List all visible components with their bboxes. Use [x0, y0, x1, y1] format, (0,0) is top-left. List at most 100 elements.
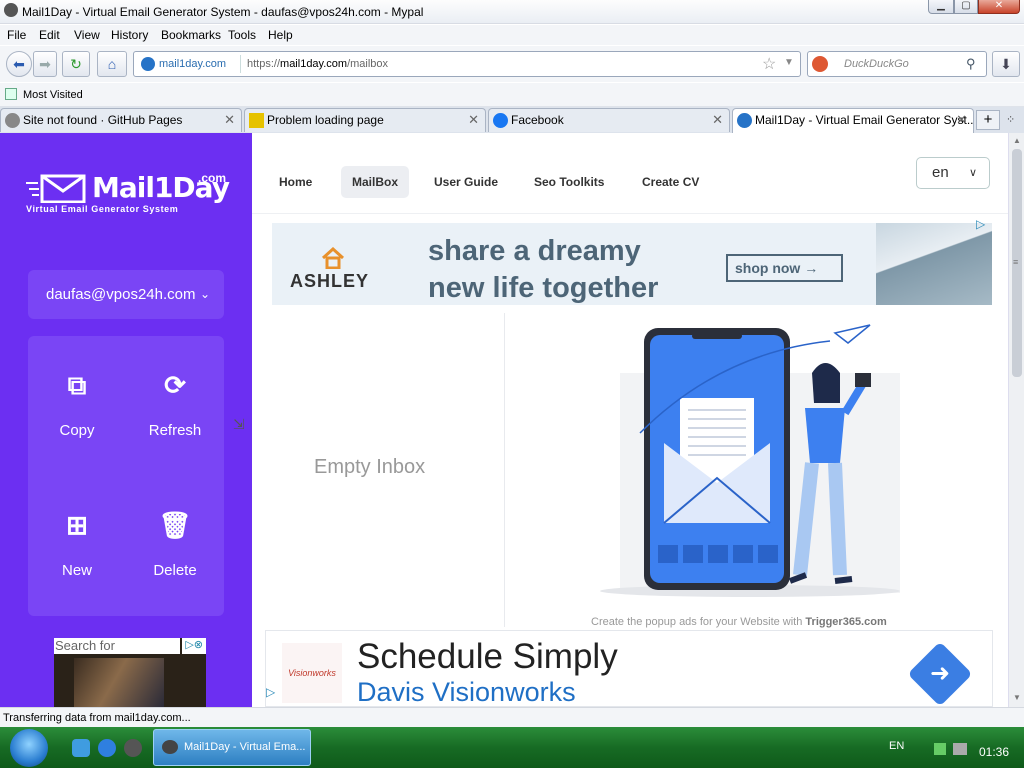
menu-history[interactable]: History	[111, 28, 148, 42]
most-visited-bookmark[interactable]: Most Visited	[23, 89, 83, 101]
new-button[interactable]: ⊞ New	[28, 476, 126, 616]
tray-volume-icon[interactable]	[953, 743, 967, 755]
envelope-logo-icon	[26, 174, 86, 203]
mypal-icon[interactable]	[124, 739, 142, 757]
popup-credit: Create the popup ads for your Website wi…	[591, 616, 887, 628]
download-icon[interactable]: ⬇	[992, 51, 1020, 77]
clock[interactable]: 01:36	[979, 745, 1009, 759]
close-tab-icon[interactable]: ✕	[224, 109, 235, 131]
close-tab-icon[interactable]: ✕	[956, 109, 967, 131]
search-bar[interactable]: DuckDuckGo ⚲	[807, 51, 987, 77]
language-select[interactable]: en ∨	[916, 157, 990, 189]
plus-square-icon: ⊞	[66, 510, 88, 540]
mypal-app-icon	[4, 3, 18, 17]
window-title-bar: Mail1Day - Virtual Email Generator Syste…	[0, 0, 1024, 24]
ad-title: Schedule Simply	[357, 637, 618, 676]
menu-edit[interactable]: Edit	[39, 28, 60, 42]
navigation-toolbar: ⬅ ➡ ↻ ⌂ mail1day.com https://mail1day.co…	[0, 46, 1024, 82]
sidebar: Mail1Day .com Virtual Email Generator Sy…	[0, 133, 252, 707]
nav-create-cv[interactable]: Create CV	[631, 166, 710, 198]
ashley-banner-ad[interactable]: ASHLEY share a dreamy new life together …	[272, 223, 992, 305]
vertical-scrollbar[interactable]: ▲ ≡ ▼	[1008, 133, 1024, 707]
new-tab-button[interactable]: +	[976, 110, 1000, 130]
scroll-down-icon[interactable]: ▼	[1013, 693, 1021, 702]
nav-seo-toolkits[interactable]: Seo Toolkits	[523, 166, 615, 198]
nav-home[interactable]: Home	[268, 166, 323, 198]
menu-file[interactable]: File	[7, 28, 26, 42]
menu-bookmarks[interactable]: Bookmarks	[161, 28, 221, 42]
taskbar: Mail1Day - Virtual Ema... EN 01:36	[0, 727, 1024, 768]
visionworks-ad[interactable]: Visionworks Schedule Simply Davis Vision…	[265, 630, 993, 707]
nav-user-guide[interactable]: User Guide	[423, 166, 509, 198]
menu-tools[interactable]: Tools	[228, 28, 256, 42]
reload-icon[interactable]: ↻	[62, 51, 90, 77]
site-identity[interactable]: mail1day.com	[137, 55, 241, 73]
adchoices-icon[interactable]: ▷	[976, 217, 985, 231]
close-tab-icon[interactable]: ✕	[468, 109, 479, 131]
bookmark-star-icon[interactable]: ☆	[762, 54, 776, 74]
delete-button[interactable]: 🗑 Delete	[126, 476, 224, 616]
inbox-divider	[504, 313, 505, 627]
ad-headline: share a dreamy new life together	[428, 235, 659, 304]
forward-arrow-icon[interactable]: ➡	[33, 51, 57, 77]
house-icon	[321, 247, 345, 269]
refresh-icon: ⟳	[164, 370, 186, 400]
url-dropdown-icon[interactable]: ▼	[784, 57, 794, 68]
sidebar-ad[interactable]: Search for ▷⊗	[54, 638, 206, 707]
mypal-app-icon	[162, 740, 178, 754]
nav-mailbox[interactable]: MailBox	[341, 166, 410, 198]
search-icon[interactable]: ⚲	[966, 56, 976, 72]
mail1day-logo[interactable]: Mail1Day .com Virtual Email Generator Sy…	[26, 169, 230, 215]
web-page: Mail1Day .com Virtual Email Generator Sy…	[0, 133, 1008, 707]
menu-help[interactable]: Help	[268, 28, 293, 42]
maximize-button[interactable]: ▢	[954, 0, 978, 14]
facebook-icon	[493, 113, 508, 128]
warning-icon	[249, 113, 264, 128]
shop-now-button[interactable]: shop now →	[726, 254, 843, 282]
duckduckgo-icon[interactable]	[812, 56, 828, 72]
copy-button[interactable]: ⧉ Copy	[28, 336, 126, 476]
adchoices-icon[interactable]: ▷	[266, 685, 275, 699]
logo-tagline: Virtual Email Generator System	[26, 204, 179, 214]
url-text: https://mail1day.com/mailbox	[247, 58, 389, 70]
language-indicator[interactable]: EN	[889, 740, 904, 752]
trash-icon: 🗑	[158, 510, 192, 540]
tab-problem-loading[interactable]: Problem loading page ✕	[244, 108, 486, 132]
trigger365-link[interactable]: Trigger365.com	[805, 616, 886, 628]
close-tab-icon[interactable]: ✕	[712, 109, 723, 131]
ad-subtitle[interactable]: Davis Visionworks	[357, 677, 576, 707]
home-icon[interactable]: ⌂	[97, 51, 127, 77]
ie-icon[interactable]	[98, 739, 116, 757]
chevron-down-icon: ⌄	[199, 287, 210, 301]
tab-list-icon[interactable]: ⁘	[1006, 113, 1015, 126]
adchoices-icon[interactable]: ▷⊗	[182, 638, 206, 654]
scroll-up-icon[interactable]: ▲	[1013, 136, 1021, 145]
chevron-down-icon: ∨	[968, 167, 977, 179]
scroll-grip-icon: ≡	[1013, 257, 1019, 267]
email-address-select[interactable]: daufas@vpos24h.com ⌄	[28, 270, 224, 319]
arrow-right-icon[interactable]: ➜	[907, 641, 973, 707]
url-bar[interactable]: mail1day.com https://mail1day.com/mailbo…	[133, 51, 801, 77]
close-window-button[interactable]: ✕	[978, 0, 1020, 14]
tab-mail1day[interactable]: Mail1Day - Virtual Email Generator Syst.…	[732, 108, 974, 133]
back-arrow-icon[interactable]: ⬅	[6, 51, 32, 77]
status-bar: Transferring data from mail1day.com...	[0, 707, 1024, 727]
globe-icon	[5, 113, 20, 128]
copy-icon: ⧉	[67, 370, 87, 400]
tab-strip: Site not found · GitHub Pages ✕ Problem …	[0, 107, 1024, 133]
ad-search-label: Search for	[54, 638, 180, 654]
start-button[interactable]	[10, 729, 48, 767]
refresh-button[interactable]: ⟳ Refresh	[126, 336, 224, 476]
taskbar-item-mypal[interactable]: Mail1Day - Virtual Ema...	[153, 729, 311, 766]
tray-network-icon[interactable]	[934, 743, 946, 755]
explorer-icon[interactable]	[72, 739, 90, 757]
menu-view[interactable]: View	[74, 28, 100, 42]
tab-github-pages[interactable]: Site not found · GitHub Pages ✕	[0, 108, 242, 132]
status-text: Transferring data from mail1day.com...	[3, 712, 191, 724]
mailbox-illustration	[600, 324, 900, 597]
most-visited-icon	[5, 88, 17, 100]
minimize-button[interactable]: ▁	[928, 0, 954, 14]
tab-facebook[interactable]: Facebook ✕	[488, 108, 730, 132]
mail1day-favicon-icon	[737, 113, 752, 128]
bookmarks-toolbar: Most Visited	[0, 83, 1024, 107]
